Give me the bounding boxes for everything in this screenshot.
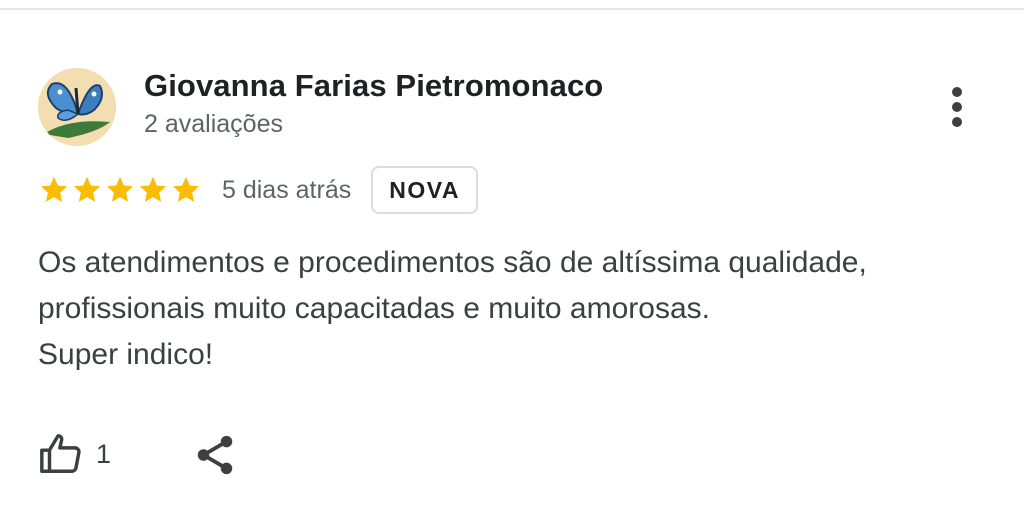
- rating-row: 5 dias atrás NOVA: [38, 164, 478, 216]
- star-icon: [104, 174, 136, 206]
- star-icon: [38, 174, 70, 206]
- top-divider: [0, 8, 1024, 10]
- star-icon: [71, 174, 103, 206]
- review-text-line: Super indico!: [38, 338, 214, 371]
- more-vert-icon-dot: [952, 102, 962, 112]
- star-rating: [38, 174, 202, 206]
- reviewer-review-count: 2 avaliações: [144, 110, 283, 138]
- like-count: 1: [96, 438, 112, 469]
- thumbs-up-icon: [40, 434, 81, 473]
- review-card: Giovanna Farias Pietromonaco 2 avaliaçõe…: [0, 0, 1024, 517]
- star-icon: [137, 174, 169, 206]
- more-options-button[interactable]: [932, 82, 982, 132]
- review-text: Os atendimentos e procedimentos são de a…: [38, 240, 998, 378]
- more-vert-icon-dot: [952, 87, 962, 97]
- reviewer-name[interactable]: Giovanna Farias Pietromonaco: [144, 68, 603, 104]
- share-button[interactable]: [192, 432, 238, 478]
- like-button[interactable]: 1: [38, 428, 111, 480]
- review-text-line: Os atendimentos e procedimentos são de a…: [38, 246, 867, 279]
- review-text-line: profissionais muito capacitadas e muito …: [38, 292, 710, 325]
- star-icon: [170, 174, 202, 206]
- more-vert-icon-dot: [952, 117, 962, 127]
- share-icon: [197, 435, 233, 475]
- review-date: 5 dias atrás: [222, 175, 352, 204]
- butterfly-avatar-icon: [38, 68, 116, 146]
- avatar[interactable]: [38, 68, 116, 146]
- new-badge: NOVA: [371, 166, 478, 214]
